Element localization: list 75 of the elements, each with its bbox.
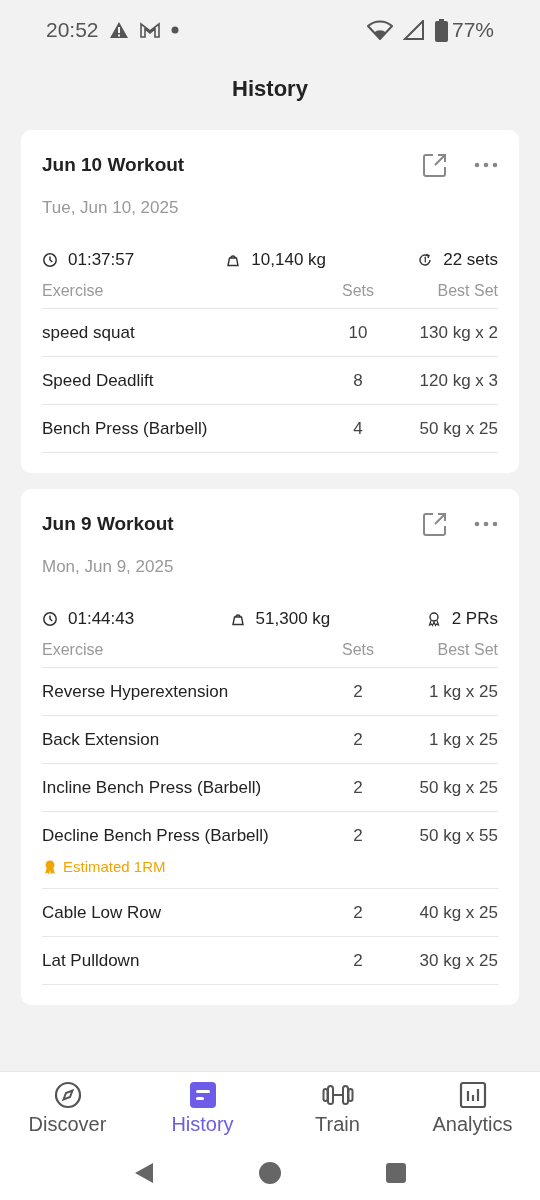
weight-icon (225, 252, 242, 268)
battery-percent: 77% (451, 18, 494, 42)
workout-title: Jun 10 Workout (42, 154, 186, 176)
nav-tab[interactable]: History (135, 1072, 270, 1145)
dot-icon (170, 26, 179, 34)
home-icon[interactable] (259, 1161, 281, 1184)
best-set: 1 kg x 25 (429, 730, 498, 750)
sets-count: 2 (353, 778, 363, 798)
recents-icon[interactable] (386, 1162, 406, 1183)
column-header: Best Set (437, 282, 498, 299)
exercise-name: Bench Press (Barbell) (42, 419, 208, 439)
exercise-name: Reverse Hyperextension (42, 682, 229, 702)
stat-value: 01:37:57 (68, 250, 135, 270)
best-set: 130 kg x 2 (419, 323, 498, 343)
medal-icon (42, 858, 58, 875)
warning-icon (108, 21, 129, 39)
nav-tab[interactable]: Train (270, 1072, 405, 1145)
signal-icon (402, 20, 425, 40)
battery-icon (434, 18, 448, 42)
sets-count: 2 (353, 682, 363, 702)
more-icon[interactable] (474, 521, 498, 527)
column-header: Best Set (437, 641, 498, 658)
page-title: History (231, 75, 309, 103)
exercise-name: Cable Low Row (42, 903, 162, 923)
sets-count: 8 (353, 371, 363, 391)
share-icon[interactable] (422, 511, 448, 537)
best-set: 40 kg x 25 (419, 903, 498, 923)
column-header: Sets (342, 282, 374, 299)
workout-title: Jun 9 Workout (42, 513, 175, 535)
wifi-icon (366, 20, 393, 40)
exercise-name: Back Extension (42, 730, 160, 750)
best-set: 120 kg x 3 (419, 371, 498, 391)
sets-count: 4 (353, 419, 363, 439)
exercise-name: speed squat (42, 323, 135, 343)
nav-tab[interactable]: Analytics (405, 1072, 540, 1145)
sets-count: 2 (353, 903, 363, 923)
clock-icon (42, 611, 58, 627)
column-header: Exercise (42, 282, 104, 299)
exercise-name: Incline Bench Press (Barbell) (42, 778, 262, 798)
exercise-name: Lat Pulldown (42, 951, 140, 971)
stat-value: 01:44:43 (68, 609, 135, 629)
workout-date: Tue, Jun 10, 2025 (42, 198, 180, 218)
best-set: 50 kg x 25 (419, 778, 498, 798)
share-icon[interactable] (422, 152, 448, 178)
weight-icon (229, 611, 246, 627)
nav-tab[interactable]: Discover (0, 1072, 135, 1145)
best-set: 30 kg x 25 (419, 951, 498, 971)
bar-chart-icon (458, 1081, 487, 1109)
stat-value: 10,140 kg (251, 250, 327, 270)
back-icon[interactable] (134, 1161, 154, 1184)
sets-count: 2 (353, 951, 363, 971)
stat-value: 2 PRs (451, 609, 498, 629)
workout-card[interactable] (21, 489, 519, 1005)
column-header: Exercise (42, 641, 104, 658)
compass-icon (53, 1081, 82, 1109)
workout-date: Mon, Jun 9, 2025 (42, 557, 175, 577)
stat-value: 22 sets (443, 250, 498, 270)
sets-count: 2 (353, 826, 363, 846)
mail-icon (138, 21, 161, 39)
pr-badge-text: Estimated 1RM (63, 858, 166, 875)
clock-icon (42, 252, 58, 268)
sets-count: 10 (348, 323, 368, 343)
best-set: 50 kg x 25 (419, 419, 498, 439)
exercise-name: Speed Deadlift (42, 371, 154, 391)
repeat-icon (417, 252, 434, 268)
clock-time: 20:52 (46, 18, 99, 42)
best-set: 1 kg x 25 (429, 682, 498, 702)
workout-card[interactable]: Jun 10 Workout Tue, Jun 10, 2025 01:37:57 10,140 kg 22 sets Exercise Sets Best Set speed squat 10 130 kg x 2 Speed Deadlift 8 120 kg x 3 Bench Press (Barbell) 4 50 kg x 25 (21, 130, 519, 473)
sets-count: 2 (353, 730, 363, 750)
column-header: Sets (342, 641, 374, 658)
stat-value: 51,300 kg (255, 609, 331, 629)
more-icon[interactable] (474, 162, 498, 168)
list-icon (188, 1081, 217, 1109)
exercise-name: Decline Bench Press (Barbell) (42, 826, 269, 846)
best-set: 50 kg x 55 (419, 826, 498, 846)
